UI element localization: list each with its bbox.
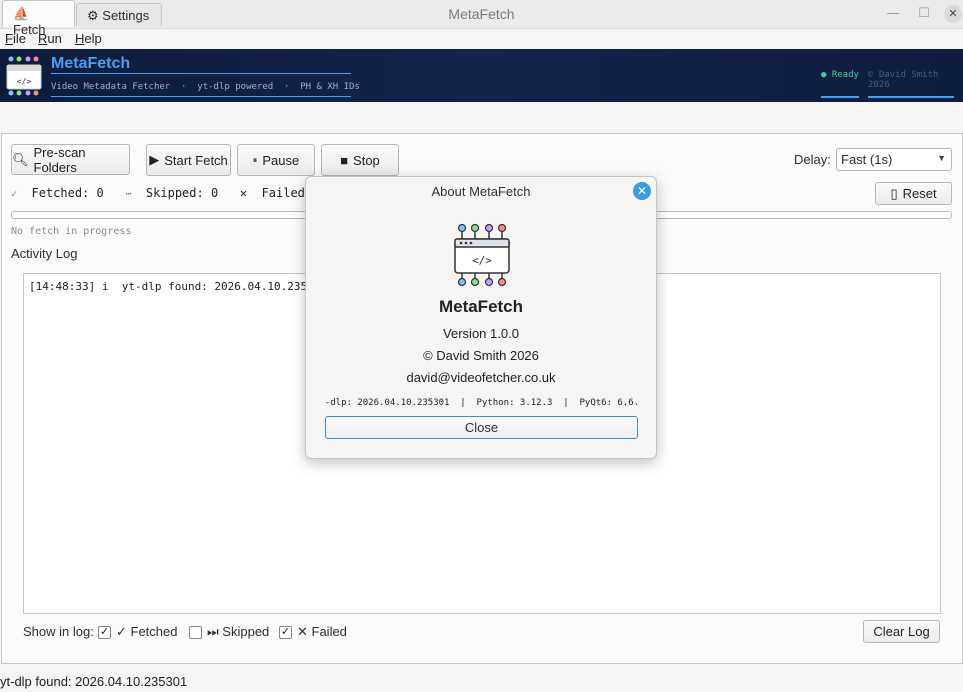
- about-version: Version 1.0.0: [443, 326, 519, 341]
- tab-settings-label: Settings: [102, 8, 150, 23]
- check-icon: ✓: [11, 189, 18, 200]
- start-fetch-label: Start Fetch: [164, 152, 228, 168]
- about-copyright: © David Smith 2026: [423, 348, 539, 363]
- log-line: [14:48:33] i yt-dlp found: 2026.04.10.23…: [29, 280, 328, 293]
- banner-subtitle: Video Metadata Fetcher · yt-dlp powered …: [51, 82, 360, 92]
- gear-icon: ⚙: [87, 8, 99, 23]
- filter-fetched[interactable]: ✓ ✓ Fetched: [98, 624, 177, 640]
- progress-text: No fetch in progress: [11, 226, 132, 237]
- failed-icon: ✕: [239, 186, 248, 200]
- clear-log-button[interactable]: Clear Log: [863, 620, 940, 643]
- menu-help[interactable]: Help: [75, 31, 102, 46]
- pause-button[interactable]: ⏸ Pause: [237, 144, 315, 176]
- svg-text:</>: </>: [472, 254, 492, 267]
- filter-skipped-label: ⏭ Skipped: [207, 624, 270, 639]
- prescan-button[interactable]: 🔍︎ Pre-scan Folders: [11, 144, 130, 175]
- about-email: david@videofetcher.co.uk: [406, 370, 556, 385]
- reset-label: Reset: [902, 186, 937, 201]
- banner-app-name: MetaFetch: [51, 55, 131, 72]
- failed-checkbox[interactable]: ✓: [279, 625, 292, 639]
- show-in-log-label: Show in log:: [23, 624, 94, 639]
- close-icon[interactable]: ✕: [633, 182, 651, 200]
- clear-log-label: Clear Log: [873, 624, 930, 639]
- tab-settings[interactable]: ⚙ Settings: [76, 3, 162, 26]
- stop-icon: ■: [340, 152, 349, 168]
- status-badge: ● Ready: [821, 70, 859, 80]
- banner-divider: [51, 73, 351, 74]
- about-app-name: MetaFetch: [438, 297, 524, 316]
- prescan-label: Pre-scan Folders: [33, 144, 86, 175]
- tab-fetch-label: Fetch: [13, 22, 46, 37]
- delay-value: Fast (1s): [841, 152, 893, 167]
- status-bar-text: yt-dlp found: 2026.04.10.235301: [0, 674, 188, 689]
- minimize-icon[interactable]: —: [884, 5, 902, 23]
- app-banner: </> MetaFetch Video Metadata Fetcher · y…: [0, 49, 963, 102]
- svg-text:</>: </>: [17, 77, 32, 86]
- pause-label: Pause: [262, 152, 300, 168]
- app-logo-icon: </>: [6, 56, 42, 96]
- copyright-underline: [868, 96, 954, 98]
- filter-skipped[interactable]: ⏭ Skipped: [189, 624, 269, 640]
- skip-icon: ⋯: [125, 189, 132, 200]
- about-versions-info: yt-dlp: 2026.04.10.235301 | Python: 3.12…: [326, 398, 646, 408]
- tab-fetch[interactable]: ⛵ Fetch: [2, 0, 75, 37]
- reset-icon: ▯: [890, 185, 898, 201]
- skipped-count: 0: [210, 186, 219, 200]
- fetched-count: 0: [96, 186, 104, 200]
- chevron-down-icon: ▼: [937, 153, 946, 163]
- pause-icon: ⏸: [252, 154, 258, 165]
- play-icon: ▶: [149, 152, 160, 167]
- about-close-button[interactable]: Close: [325, 416, 638, 439]
- skipped-checkbox[interactable]: [189, 625, 202, 639]
- app-logo-icon: </>: [454, 223, 510, 287]
- status-underline: [821, 96, 859, 98]
- reset-button[interactable]: ▯ Reset: [875, 182, 952, 205]
- stop-label: Stop: [353, 152, 380, 168]
- start-fetch-button[interactable]: ▶ Start Fetch: [146, 144, 231, 176]
- filter-failed-label: ✕ Failed: [297, 624, 347, 639]
- banner-divider-bottom: [51, 96, 351, 97]
- fetched-label: Fetched:: [31, 186, 90, 200]
- filter-failed[interactable]: ✓ ✕ Failed: [279, 624, 347, 640]
- fetch-tab-icon: ⛵: [13, 6, 30, 21]
- filter-fetched-label: ✓ Fetched: [116, 624, 178, 639]
- skipped-label: Skipped:: [145, 186, 204, 200]
- stop-button[interactable]: ■ Stop: [321, 144, 399, 176]
- about-versions-text: yt-dlp: 2026.04.10.235301 | Python: 3.12…: [326, 398, 640, 408]
- close-window-icon[interactable]: ✕: [944, 5, 962, 23]
- fetch-stats: ✓ Fetched: 0 ⋯ Skipped: 0 ✕ Failed:: [11, 186, 312, 200]
- about-dialog: About MetaFetch ✕ </> MetaFetch Version …: [305, 176, 657, 459]
- delay-label: Delay:: [794, 152, 831, 167]
- delay-select[interactable]: Fast (1s) ▼: [836, 148, 952, 171]
- search-icon: 🔍︎: [12, 151, 29, 167]
- menu-bar: File Run Help: [0, 29, 963, 49]
- fetched-checkbox[interactable]: ✓: [98, 625, 111, 639]
- banner-copyright: © David Smith 2026: [868, 70, 939, 90]
- dialog-title: About MetaFetch: [431, 184, 531, 199]
- maximize-icon[interactable]: ☐: [915, 5, 933, 23]
- activity-log-title: Activity Log: [11, 246, 78, 261]
